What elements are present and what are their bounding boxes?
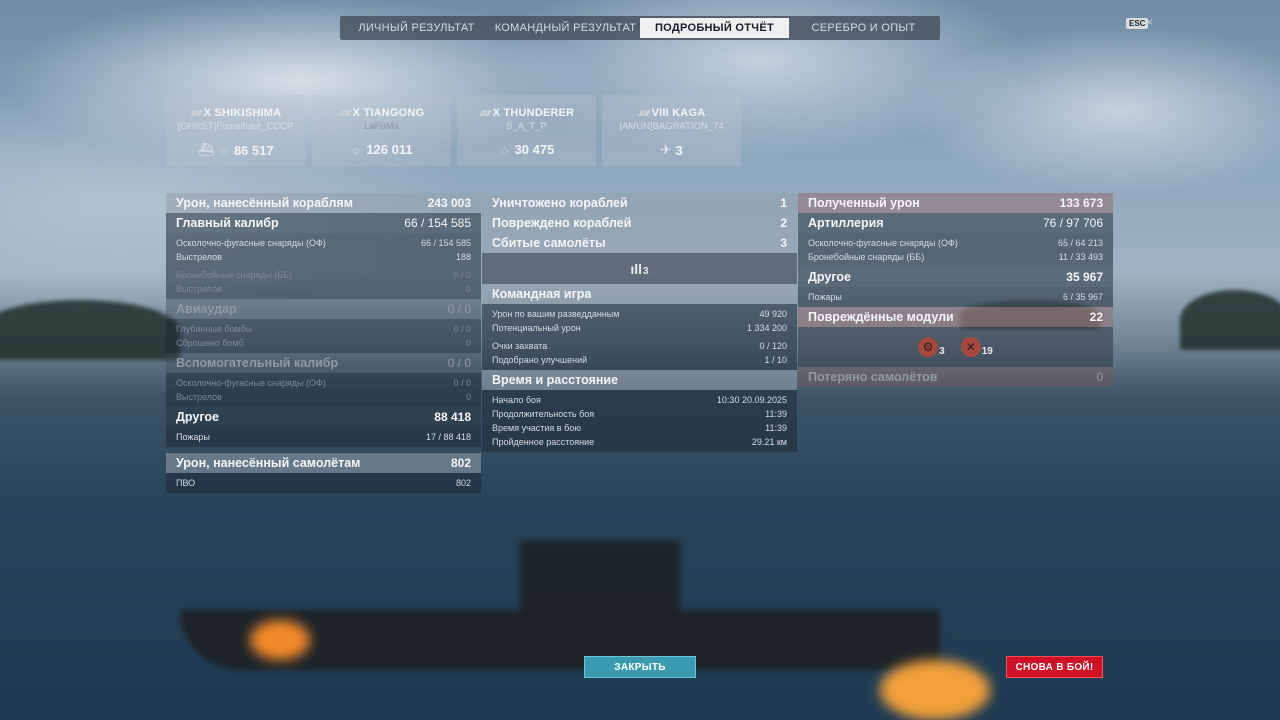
planes-shot-item: ıll 3 — [630, 260, 649, 277]
stat-row: Время участия в бою 11:39 — [492, 423, 787, 433]
ship-name: VIII KAGA — [602, 107, 741, 119]
main-battery-rows: Осколочно-фугасные снаряды (ОФ) 66 / 154 … — [166, 233, 481, 299]
spotting-damage-icon: ☼ — [498, 142, 511, 157]
other-received-header: Другое 35 967 — [798, 267, 1113, 287]
stat-row: Продолжительность боя 11:39 — [492, 409, 787, 419]
background-island — [0, 300, 180, 360]
ship-name: X SHIKISHIMA — [166, 107, 305, 119]
ship-card-thunderer: X THUNDERER S_A_T_P ☼ 30 475 — [457, 95, 596, 166]
other-damage-header: Другое 88 418 — [166, 407, 481, 427]
tab-detailed-report[interactable]: ПОДРОБНЫЙ ОТЧЁТ — [640, 18, 789, 38]
fighter-plane-icon: ıll — [630, 260, 643, 277]
team-game-header: Командная игра — [482, 284, 797, 304]
tab-credits-xp[interactable]: СЕРЕБРО И ОПЫТ — [789, 18, 938, 38]
main-battery-header: Главный калибр 66 / 154 585 — [166, 213, 481, 233]
card-metric: ☼ 126 011 — [312, 142, 451, 157]
card-metric: ⛴ ☼ 86 517 — [166, 142, 305, 158]
metric-value: 3 — [675, 142, 683, 158]
secondary-header: Вспомогательный калибр 0 / 0 — [166, 353, 481, 373]
spotting-damage-icon: ☼ — [350, 142, 363, 157]
team-game-rows: Урон по вашим разведданным 49 920 Потенци… — [482, 304, 797, 370]
ship-card-tiangong: X TIANGONG LaFuMa ☼ 126 011 — [312, 95, 451, 166]
ship-class-icon — [336, 110, 352, 117]
ship-card-kaga: VIII KAGA [AMUN]BAGRATION_74 ✈ 3 — [602, 95, 741, 166]
battle-again-button[interactable]: СНОВА В БОЙ! — [1006, 656, 1103, 678]
tab-bar: ЛИЧНЫЙ РЕЗУЛЬТАТ КОМАНДНЫЙ РЕЗУЛЬТАТ ПОД… — [340, 16, 940, 40]
ship-name: X THUNDERER — [457, 107, 596, 119]
combat-panel: Уничтожено кораблей 1 Повреждено кораблей… — [482, 193, 797, 452]
tab-team-result[interactable]: КОМАНДНЫЙ РЕЗУЛЬТАТ — [491, 18, 640, 38]
other-received-rows: Пожары 6 / 35 967 — [798, 287, 1113, 307]
player-name: [AMUN]BAGRATION_74 — [619, 121, 724, 132]
planes-lost-header: Потеряно самолётов 0 — [798, 367, 1113, 387]
stat-row: Урон по вашим разведданным 49 920 — [492, 309, 787, 319]
stat-row: Подобрано улучшений 1 / 10 — [492, 355, 787, 365]
aa-module-icon: ✕ — [960, 337, 981, 357]
modules-header: Повреждённые модули 22 — [798, 307, 1113, 327]
stat-row: Выстрелов 0 — [176, 392, 471, 402]
destroyed-header: Уничтожено кораблей 1 — [482, 193, 797, 213]
stat-row: Осколочно-фугасные снаряды (ОФ) 66 / 154 … — [176, 238, 471, 248]
stat-row: Бронебойные снаряды (ББ) 0 / 0 — [176, 270, 471, 280]
stat-row: Осколочно-фугасные снаряды (ОФ) 0 / 0 — [176, 378, 471, 388]
other-rows: Пожары 17 / 88 418 — [166, 427, 481, 447]
artillery-rows: Осколочно-фугасные снаряды (ОФ) 65 / 64 2… — [798, 233, 1113, 267]
ship-card-shikishima: X SHIKISHIMA [GHRST]Fomalhaut_CCCP ⛴ ☼ 8… — [166, 95, 305, 166]
stat-row: Выстрелов 0 — [176, 284, 471, 294]
ship-damage-icon: ⛴ — [197, 142, 214, 157]
metric-value: 30 475 — [514, 142, 555, 157]
stat-row: Очки захвата 0 / 120 — [492, 341, 787, 351]
stat-row: Бронебойные снаряды (ББ) 11 / 33 493 — [808, 252, 1103, 262]
card-metric: ✈ 3 — [602, 142, 741, 158]
stat-row: Пожары 17 / 88 418 — [176, 432, 471, 442]
stat-row: Глубинные бомбы 0 / 0 — [176, 324, 471, 334]
background-fire — [250, 620, 310, 660]
received-header: Полученный урон 133 673 — [798, 193, 1113, 213]
stat-row: Пожары 6 / 35 967 — [808, 292, 1103, 302]
airstrike-header: Авиаудар 0 / 0 — [166, 299, 481, 319]
ship-class-icon — [635, 110, 651, 117]
background-island — [1180, 290, 1280, 350]
ship-name: X TIANGONG — [312, 107, 451, 119]
spotting-damage-icon: ☼ — [217, 142, 230, 158]
planes-shot-header: Сбитые самолёты 3 — [482, 233, 797, 253]
card-metric: ☼ 30 475 — [457, 142, 596, 157]
player-name: [GHRST]Fomalhaut_CCCP — [177, 121, 294, 132]
modules-icons: ⚙ 3 ✕ 19 — [798, 327, 1113, 367]
close-button[interactable]: ЗАКРЫТЬ — [584, 656, 696, 678]
engine-module-icon: ⚙ — [918, 337, 939, 357]
damage-dealt-panel: Урон, нанесённый кораблям 243 003 Главный… — [166, 193, 481, 493]
secondary-rows: Осколочно-фугасные снаряды (ОФ) 0 / 0 Выс… — [166, 373, 481, 407]
background-ship — [520, 540, 680, 620]
module-item: ⚙ 3 — [918, 337, 945, 357]
airstrike-rows: Глубинные бомбы 0 / 0 Сброшено бомб 0 — [166, 319, 481, 353]
artillery-header: Артиллерия 76 / 97 706 — [798, 213, 1113, 233]
damage-planes-header: Урон, нанесённый самолётам 802 — [166, 453, 481, 473]
player-name: S_A_T_P — [506, 121, 547, 132]
module-item: ✕ 19 — [960, 337, 993, 357]
planes-shot-icon: ✈ — [660, 142, 672, 157]
damage-ships-header: Урон, нанесённый кораблям 243 003 — [166, 193, 481, 213]
stat-row: Начало боя 10:30 20.09.2025 — [492, 395, 787, 405]
planes-shot-icons: ıll 3 — [482, 253, 797, 284]
time-distance-header: Время и расстояние — [482, 370, 797, 390]
time-distance-rows: Начало боя 10:30 20.09.2025 Продолжительн… — [482, 390, 797, 452]
metric-value: 126 011 — [366, 142, 413, 157]
tab-personal-result[interactable]: ЛИЧНЫЙ РЕЗУЛЬТАТ — [342, 18, 491, 38]
metric-value: 86 517 — [233, 142, 274, 158]
ship-class-icon — [187, 110, 203, 117]
close-icon[interactable]: × — [1146, 15, 1153, 29]
player-name: LaFuMa — [364, 121, 399, 132]
aa-rows: ПВО 802 — [166, 473, 481, 493]
stat-row: Выстрелов 188 — [176, 252, 471, 262]
background-fire — [880, 660, 990, 720]
ship-class-icon — [476, 110, 492, 117]
damaged-header: Повреждено кораблей 2 — [482, 213, 797, 233]
stat-row: Пройденное расстояние 29.21 км — [492, 437, 787, 447]
stat-row: Потенциальный урон 1 334 200 — [492, 323, 787, 333]
stat-row: ПВО 802 — [176, 478, 471, 488]
damage-received-panel: Полученный урон 133 673 Артиллерия 76 / 97… — [798, 193, 1113, 387]
stat-row: Осколочно-фугасные снаряды (ОФ) 65 / 64 2… — [808, 238, 1103, 248]
stat-row: Сброшено бомб 0 — [176, 338, 471, 348]
